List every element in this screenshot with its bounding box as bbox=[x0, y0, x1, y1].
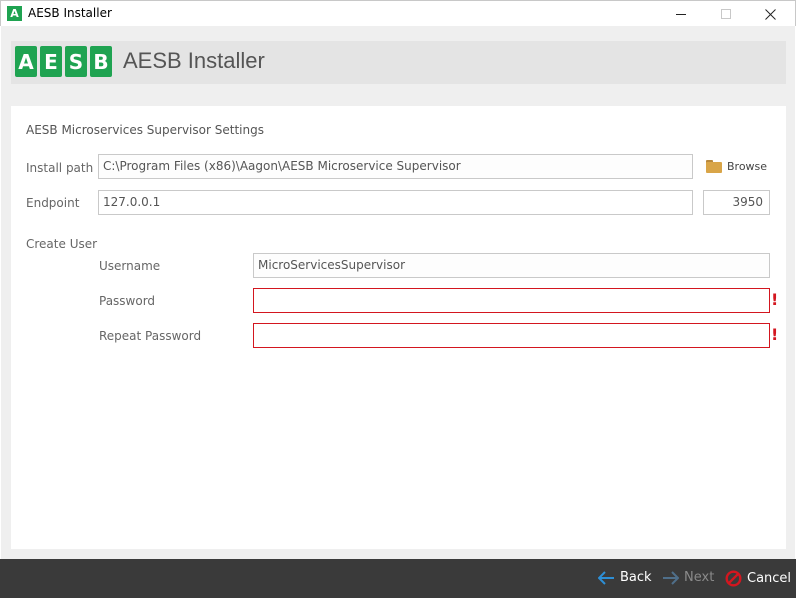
browse-button[interactable]: Browse bbox=[706, 156, 767, 176]
create-user-label: Create User bbox=[26, 237, 98, 251]
cancel-icon bbox=[725, 570, 742, 587]
endpoint-label: Endpoint bbox=[26, 196, 80, 210]
username-field[interactable]: MicroServicesSupervisor bbox=[253, 253, 770, 278]
footer-bar: Back Next Cancel bbox=[0, 559, 796, 598]
folder-icon bbox=[706, 159, 722, 173]
section-title: AESB Microservices Supervisor Settings bbox=[26, 123, 264, 137]
logo-letter: B bbox=[90, 46, 112, 77]
cancel-button[interactable]: Cancel bbox=[725, 570, 791, 587]
logo-letter: S bbox=[65, 46, 87, 77]
username-label: Username bbox=[99, 259, 161, 273]
cancel-label: Cancel bbox=[747, 571, 792, 586]
install-path-field[interactable]: C:\Program Files (x86)\Aagon\AESB Micros… bbox=[98, 154, 693, 179]
arrow-left-icon bbox=[598, 570, 614, 585]
minimize-button[interactable] bbox=[658, 1, 703, 27]
settings-panel: AESB Microservices Supervisor Settings I… bbox=[11, 106, 786, 549]
browse-label: Browse bbox=[727, 159, 768, 173]
repeat-password-label: Repeat Password bbox=[99, 329, 202, 343]
app-icon: A bbox=[7, 6, 22, 21]
validation-error-icon: ! bbox=[771, 325, 779, 344]
password-label: Password bbox=[99, 294, 156, 308]
install-path-label: Install path bbox=[26, 161, 94, 175]
close-button[interactable] bbox=[748, 1, 793, 27]
repeat-password-field[interactable] bbox=[253, 323, 770, 348]
header-banner: A E S B AESB Installer bbox=[11, 41, 786, 84]
window-title: AESB Installer bbox=[28, 6, 112, 20]
maximize-icon bbox=[720, 9, 731, 19]
logo-letter: A bbox=[15, 46, 37, 77]
minimize-icon bbox=[675, 13, 686, 15]
endpoint-field[interactable]: 127.0.0.1 bbox=[98, 190, 693, 215]
back-button[interactable]: Back bbox=[598, 570, 652, 585]
aesb-logo: A E S B bbox=[15, 46, 112, 77]
logo-letter: E bbox=[40, 46, 62, 77]
header-title: AESB Installer bbox=[123, 48, 265, 73]
title-bar: A AESB Installer bbox=[0, 0, 796, 26]
close-icon bbox=[765, 8, 776, 20]
password-field[interactable] bbox=[253, 288, 770, 313]
validation-error-icon: ! bbox=[771, 290, 779, 309]
next-button[interactable]: Next bbox=[662, 570, 714, 585]
arrow-right-icon bbox=[663, 570, 679, 585]
maximize-button[interactable] bbox=[703, 1, 748, 27]
content-area: A E S B AESB Installer AESB Microservice… bbox=[1, 26, 795, 559]
next-label: Next bbox=[684, 570, 715, 585]
back-label: Back bbox=[620, 570, 652, 585]
port-field[interactable]: 3950 bbox=[703, 190, 770, 215]
